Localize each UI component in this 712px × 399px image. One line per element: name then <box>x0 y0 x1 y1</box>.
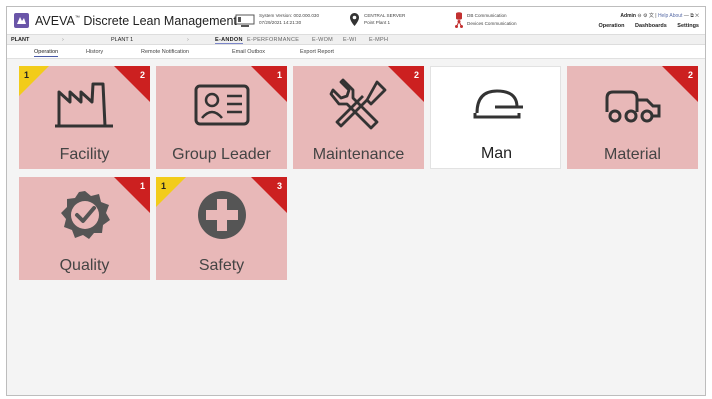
app-header: AVEVA™ Discrete Lean Management System V… <box>7 7 705 34</box>
tile-quality[interactable]: Quality 1 <box>19 177 150 280</box>
product-name: Discrete Lean Management <box>79 14 237 28</box>
tile-label: Man <box>480 145 513 162</box>
module-e-performance[interactable]: E-PERFORMANCE <box>247 37 299 43</box>
module-e-wi[interactable]: E-WI <box>343 37 356 43</box>
server-info: CENTRAL SERVER Point Plant 1 <box>350 12 440 30</box>
red-alert-count: 2 <box>139 70 145 80</box>
user-area: Admin ⊖ ⚙ 文 | Help About — ⧉ ✕ <box>620 12 699 19</box>
system-info: System Version: 002.000.030 07/29/2021 1… <box>235 12 345 30</box>
aveva-logo-icon <box>14 13 29 28</box>
about-link[interactable]: About <box>669 13 682 19</box>
red-alert-count: 1 <box>276 70 282 80</box>
nav-dashboards[interactable]: Dashboards <box>635 23 667 29</box>
tile-group-leader[interactable]: Group Leader 1 <box>156 66 287 169</box>
app-window: AVEVA™ Discrete Lean Management System V… <box>6 6 706 396</box>
nav-settings[interactable]: Settings <box>677 23 699 29</box>
tab-history[interactable]: History <box>86 49 103 55</box>
operation-tabs: Operation History Remote Notification Em… <box>7 45 705 59</box>
settings-gear-icon[interactable]: ⚙ <box>643 13 647 19</box>
hard-hat-icon <box>431 77 560 135</box>
tile-label: Material <box>604 146 661 163</box>
tile-label: Quality <box>59 257 110 274</box>
tile-label: Facility <box>59 146 110 163</box>
module-e-mph[interactable]: E-MPH <box>369 37 388 43</box>
breadcrumb-separator: › <box>187 37 189 43</box>
communication-status: DB Communication Devices Communication <box>455 12 565 30</box>
tab-operation[interactable]: Operation <box>34 49 59 57</box>
server-plant: Point Plant 1 <box>364 20 391 25</box>
plant-label: PLANT <box>11 37 30 43</box>
top-navigation: Operation Dashboards Settings <box>589 23 699 29</box>
yellow-alert-count: 1 <box>24 70 30 80</box>
tile-label: Group Leader <box>172 146 271 163</box>
red-alert-count: 2 <box>413 70 419 80</box>
server-name: CENTRAL SERVER <box>364 13 406 18</box>
database-icon <box>456 12 462 20</box>
tab-export-report[interactable]: Export Report <box>300 49 334 55</box>
language-icon[interactable]: 文 <box>649 13 654 19</box>
module-e-andon[interactable]: E-ANDON <box>215 37 243 44</box>
system-version: System Version: 002.000.030 <box>259 13 320 18</box>
red-alert-count: 2 <box>687 70 693 80</box>
tile-material[interactable]: Material 2 <box>567 66 698 169</box>
tile-facility[interactable]: Facility 2 1 <box>19 66 150 169</box>
computer-icon <box>235 14 255 27</box>
tile-man[interactable]: Man <box>430 66 561 169</box>
plant-module-bar: PLANT › PLANT 1 › E-ANDON E-PERFORMANCE … <box>7 34 705 45</box>
tab-email-outbox[interactable]: Email Outbox <box>232 49 265 55</box>
system-date: 07/29/2021 14:21:30 <box>259 20 302 25</box>
devices-communication: Devices Communication <box>467 21 517 26</box>
help-link[interactable]: Help <box>658 13 668 19</box>
user-icon[interactable]: ⊖ <box>637 13 641 19</box>
nav-operation[interactable]: Operation <box>598 23 624 29</box>
red-alert-count: 3 <box>276 181 282 191</box>
tile-maintenance[interactable]: Maintenance 2 <box>293 66 424 169</box>
red-alert-count: 1 <box>139 181 145 191</box>
location-pin-icon <box>350 13 359 26</box>
tile-label: Safety <box>198 257 245 274</box>
tile-label: Maintenance <box>312 146 405 163</box>
devices-network-icon <box>455 20 463 28</box>
yellow-alert-count: 1 <box>161 181 167 191</box>
module-e-wom[interactable]: E-WOM <box>312 37 333 43</box>
tab-remote-notification[interactable]: Remote Notification <box>141 49 189 55</box>
divider: | <box>655 13 657 19</box>
brand-name: AVEVA <box>35 14 75 28</box>
tile-safety[interactable]: Safety 3 1 <box>156 177 287 280</box>
window-controls[interactable]: — ⧉ ✕ <box>684 13 699 19</box>
user-name[interactable]: Admin <box>620 13 636 19</box>
db-communication: DB Communication <box>467 13 507 18</box>
plant-selector[interactable]: PLANT 1 <box>111 37 133 43</box>
breadcrumb-separator: › <box>62 37 64 43</box>
app-title: AVEVA™ Discrete Lean Management <box>35 14 237 28</box>
